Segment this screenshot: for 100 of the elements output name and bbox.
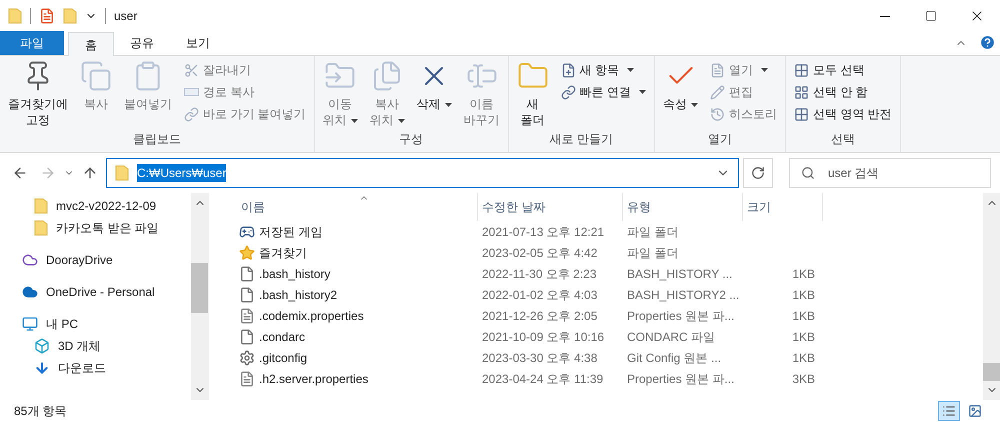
back-icon[interactable] xyxy=(12,165,28,181)
details-view-button[interactable] xyxy=(938,401,960,421)
nav-item[interactable]: OneDrive - Personal xyxy=(0,281,191,303)
list-icon xyxy=(942,404,956,418)
ribbon-tab[interactable]: 보기 xyxy=(170,31,226,55)
file-row[interactable]: .bash_history2 2022-01-02 오후 4:03 BASH_HISTORY2 ... 1KB xyxy=(223,284,983,305)
nav-label: DoorayDrive xyxy=(46,252,113,269)
file-name: .h2.server.properties xyxy=(259,370,368,388)
ribbon-tab[interactable]: 홈 xyxy=(68,32,114,56)
maximize-icon xyxy=(925,10,937,22)
column-header[interactable]: 유형 xyxy=(623,193,743,221)
scrollbar-thumb[interactable] xyxy=(191,263,208,313)
modified-date: 2023-02-05 오후 4:42 xyxy=(481,244,598,262)
nav-label: 카카오톡 받은 파일 xyxy=(56,220,159,237)
file-size: 3KB xyxy=(792,370,815,388)
modified-date: 2021-07-13 오후 12:21 xyxy=(481,224,606,240)
refresh-icon xyxy=(751,166,765,180)
ribbon-button[interactable]: 선택 영역 반전 xyxy=(790,104,896,124)
nav-item[interactable]: 내 PC xyxy=(0,313,191,335)
file-name: 저장된 게임 xyxy=(259,224,322,240)
file-type: 파일 폴더 xyxy=(626,244,680,262)
ribbon-tab[interactable]: 공유 xyxy=(114,31,170,55)
file-type: Git Config 원본 ... xyxy=(626,350,722,366)
file-row[interactable]: .h2.server.properties 2023-04-24 오후 11:39 Properties 원본 파... 3KB xyxy=(223,368,983,389)
nav-label: 3D 개체 xyxy=(58,338,101,355)
nav-label: mvc2-v2022-12-09 xyxy=(56,198,156,215)
shortcut-icon xyxy=(184,106,199,122)
cloud-icon xyxy=(22,284,38,300)
monitor-icon xyxy=(22,316,38,332)
file-name: .condarc xyxy=(259,328,306,346)
nav-item[interactable]: 카카오톡 받은 파일 xyxy=(0,217,191,239)
new-item-icon xyxy=(560,62,576,78)
nav-item[interactable]: mvc2-v2022-12-09 xyxy=(0,195,191,217)
file-row[interactable]: .bash_history 2022-11-30 오후 2:23 BASH_HISTORY ... 1KB xyxy=(223,263,983,284)
search-field[interactable]: user 검색 xyxy=(789,158,991,188)
ribbon-tab[interactable]: 파일 xyxy=(0,31,64,55)
nav-item[interactable]: 다운로드 xyxy=(0,357,191,379)
column-header[interactable]: 수정한 날짜 xyxy=(478,193,623,221)
star-icon xyxy=(239,244,255,260)
document-icon xyxy=(239,308,255,324)
download-icon xyxy=(34,360,50,376)
ribbon-button[interactable]: 모두 선택 xyxy=(790,60,896,80)
scrollbar-thumb[interactable] xyxy=(983,363,1000,381)
scrollbar[interactable] xyxy=(983,193,1000,400)
up-icon[interactable] xyxy=(82,165,98,181)
history-icon xyxy=(710,106,726,122)
address-text: C:₩Users₩user xyxy=(137,164,226,182)
pencil-icon xyxy=(710,84,726,100)
window-title: user xyxy=(114,8,138,25)
group-label: 선택 xyxy=(830,131,856,148)
help-icon[interactable] xyxy=(979,34,996,51)
folder-icon xyxy=(34,220,48,236)
ribbon-button[interactable]: 새 폴더 xyxy=(512,60,553,128)
nav-item[interactable]: DoorayDrive xyxy=(0,249,191,271)
group-label: 새로 만들기 xyxy=(548,131,614,148)
ribbon-button[interactable]: 빠른 연결 xyxy=(556,82,650,102)
file-size: 1KB xyxy=(792,286,815,304)
file-row[interactable]: .condarc 2021-10-09 오후 10:16 CONDARC 파일 1KB xyxy=(223,326,983,347)
modified-date: 2022-01-02 오후 4:03 xyxy=(481,286,598,304)
ribbon-button[interactable]: 즐겨찾기에 고정 xyxy=(4,60,72,128)
group-label: 구성 xyxy=(398,131,424,148)
file-type: BASH_HISTORY ... xyxy=(626,266,734,282)
gamepad-icon xyxy=(239,224,255,240)
cube-icon xyxy=(34,338,50,354)
modified-date: 2023-03-30 오후 4:38 xyxy=(481,350,598,366)
column-header[interactable]: 이름 xyxy=(223,193,478,221)
group-label: 열기 xyxy=(707,131,734,148)
file-size: 1KB xyxy=(792,328,815,346)
column-header[interactable]: 크기 xyxy=(743,193,823,221)
file-type: Properties 원본 파... xyxy=(626,370,736,388)
ribbon-button[interactable]: 삭제 xyxy=(412,60,456,112)
ribbon-button[interactable]: 속성 xyxy=(659,60,702,112)
copy-icon xyxy=(80,60,112,92)
folder-icon xyxy=(34,198,48,214)
ribbon-button[interactable]: 새 항목 xyxy=(556,60,650,80)
file-row[interactable]: .gitconfig 2023-03-30 오후 4:38 Git Config 원본 ... 1KB xyxy=(223,347,983,368)
grid-icon xyxy=(794,84,810,100)
modified-date: 2021-12-26 오후 2:05 xyxy=(481,308,598,324)
modified-date: 2023-04-24 오후 11:39 xyxy=(481,370,604,388)
address-field[interactable]: C:₩Users₩user xyxy=(106,158,739,188)
file-type: CONDARC 파일 xyxy=(626,328,716,346)
file-icon xyxy=(239,266,255,282)
folder-icon xyxy=(8,8,22,24)
properties-icon[interactable] xyxy=(39,8,55,24)
cloud-icon xyxy=(22,252,38,268)
image-icon xyxy=(968,404,982,418)
file-name: .codemix.properties xyxy=(259,308,364,324)
document-icon xyxy=(710,62,726,78)
file-row[interactable]: .codemix.properties 2021-12-26 오후 2:05 Properties 원본 파... 1KB xyxy=(223,305,983,326)
gear-icon xyxy=(239,350,255,366)
scrollbar[interactable] xyxy=(191,193,208,400)
nav-item[interactable]: 3D 개체 xyxy=(0,335,191,357)
ribbon-button[interactable]: 선택 안 함 xyxy=(790,82,896,102)
file-icon xyxy=(239,286,255,302)
new-folder-icon xyxy=(63,8,77,24)
file-row[interactable]: 즐겨찾기 2023-02-05 오후 4:42 파일 폴더 xyxy=(223,242,983,263)
search-icon xyxy=(801,166,815,180)
refresh-button[interactable] xyxy=(743,158,773,188)
file-row[interactable]: 저장된 게임 2021-07-13 오후 12:21 파일 폴더 xyxy=(223,221,983,242)
file-type: 파일 폴더 xyxy=(626,224,680,240)
